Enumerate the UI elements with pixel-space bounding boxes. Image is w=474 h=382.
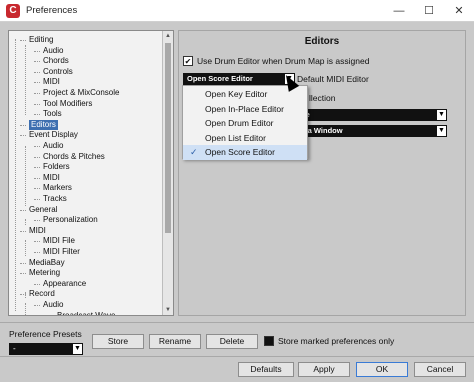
store-button[interactable]: Store	[92, 334, 144, 349]
editors-panel: Editors ✔ Use Drum Editor when Drum Map …	[178, 30, 466, 316]
tree-item[interactable]: Event Display	[29, 130, 78, 140]
check-icon: ✔	[184, 57, 192, 66]
window-title: Preferences	[26, 5, 78, 16]
tree-item[interactable]: Record	[29, 289, 55, 299]
drum-editor-checkbox[interactable]: ✔	[183, 56, 193, 66]
delete-button[interactable]: Delete	[206, 334, 258, 349]
tree-item[interactable]: Audio	[43, 141, 63, 151]
panel-title: Editors	[304, 36, 340, 47]
apply-button[interactable]: Apply	[298, 362, 350, 377]
tree-item[interactable]: Markers	[43, 183, 72, 193]
store-marked-checkbox[interactable]	[264, 336, 274, 346]
preset-dropdown[interactable]: - ▼	[9, 343, 83, 355]
preset-value: -	[13, 344, 16, 353]
editor-option-dropdown-2[interactable]: ne ▼	[297, 109, 447, 121]
popup-menu-item[interactable]: ✓ Open Score Editor	[183, 145, 307, 160]
chevron-down-icon: ▼	[436, 125, 447, 137]
popup-menu-item-label: Open Drum Editor	[205, 118, 274, 128]
default-midi-editor-value: Open Score Editor	[187, 74, 253, 83]
ok-button[interactable]: OK	[356, 362, 408, 377]
tree-item[interactable]: MediaBay	[29, 258, 65, 268]
scroll-down-icon[interactable]: ▼	[163, 305, 173, 315]
chevron-down-icon: ▼	[436, 109, 447, 121]
defaults-button[interactable]: Defaults	[238, 362, 294, 377]
tree-item[interactable]: Chords & Pitches	[43, 152, 105, 162]
tree-item[interactable]: Appearance	[43, 279, 86, 289]
chevron-down-icon: ▼	[72, 343, 83, 355]
tree-item[interactable]: Folders	[43, 162, 70, 172]
tree-scrollbar[interactable]: ▲ ▼	[162, 31, 173, 315]
tree-item[interactable]: MIDI	[43, 173, 60, 183]
default-editor-popup-menu: Open Key Editor Open In-Place Editor Open …	[182, 85, 308, 160]
minimize-button[interactable]: —	[384, 0, 414, 22]
tree-item[interactable]: Chords	[43, 56, 69, 66]
tree-scroll-thumb[interactable]	[165, 43, 171, 233]
popup-menu-item-label: Open Key Editor	[205, 89, 268, 99]
tree-item[interactable]: Tools	[43, 109, 62, 119]
tree-item[interactable]: Editing	[29, 35, 53, 45]
tree-item[interactable]: Project & MixConsole	[43, 88, 119, 98]
editor-option-dropdown-3[interactable]: n a Window ▼	[297, 125, 447, 137]
close-button[interactable]: ✕	[444, 0, 474, 22]
popup-menu-item-label: Open Score Editor	[205, 147, 275, 157]
preferences-tree[interactable]: Editing Audio Chords Controls MIDI Project & …	[8, 30, 174, 316]
popup-menu-item[interactable]: Open List Editor	[183, 131, 307, 146]
tree-item[interactable]: Audio	[43, 300, 63, 310]
checkmark-icon: ✓	[190, 147, 198, 157]
tree-item[interactable]: Audio	[43, 46, 63, 56]
collection-label: llection	[309, 93, 336, 103]
title-bar: C Preferences — ☐ ✕	[0, 0, 474, 22]
tree-item[interactable]: MIDI File	[43, 236, 75, 246]
tree-item[interactable]: MIDI	[29, 226, 46, 236]
tree-item[interactable]: Metering	[29, 268, 60, 278]
popup-menu-item[interactable]: Open In-Place Editor	[183, 102, 307, 117]
popup-menu-item-label: Open In-Place Editor	[205, 103, 284, 114]
preference-presets-label: Preference Presets	[9, 329, 82, 339]
tree-item[interactable]: MIDI Filter	[43, 247, 80, 257]
rename-button[interactable]: Rename	[149, 334, 201, 349]
tree-item[interactable]: Broadcast Wave	[57, 311, 115, 315]
popup-menu-item-label: Open List Editor	[205, 132, 266, 143]
drum-editor-label: Use Drum Editor when Drum Map is assigne…	[197, 56, 370, 66]
cancel-button[interactable]: Cancel	[414, 362, 466, 377]
tree-item[interactable]: Tool Modifiers	[43, 99, 92, 109]
default-midi-editor-label: Default MIDI Editor	[297, 74, 369, 84]
tree-item[interactable]: General	[29, 205, 57, 215]
tree-item[interactable]: MIDI	[43, 77, 60, 87]
scroll-up-icon[interactable]: ▲	[163, 31, 173, 41]
maximize-button[interactable]: ☐	[414, 0, 444, 22]
tree-item[interactable]: Controls	[43, 67, 73, 77]
cubase-icon: C	[6, 4, 20, 18]
store-marked-label: Store marked preferences only	[278, 336, 395, 346]
tree-item[interactable]: Editors	[29, 119, 58, 130]
popup-menu-item[interactable]: Open Drum Editor	[183, 116, 307, 131]
tree-item[interactable]: Tracks	[43, 194, 67, 204]
default-midi-editor-dropdown[interactable]: Open Score Editor ▼	[183, 73, 295, 85]
tree-item[interactable]: Personalization	[43, 215, 98, 225]
